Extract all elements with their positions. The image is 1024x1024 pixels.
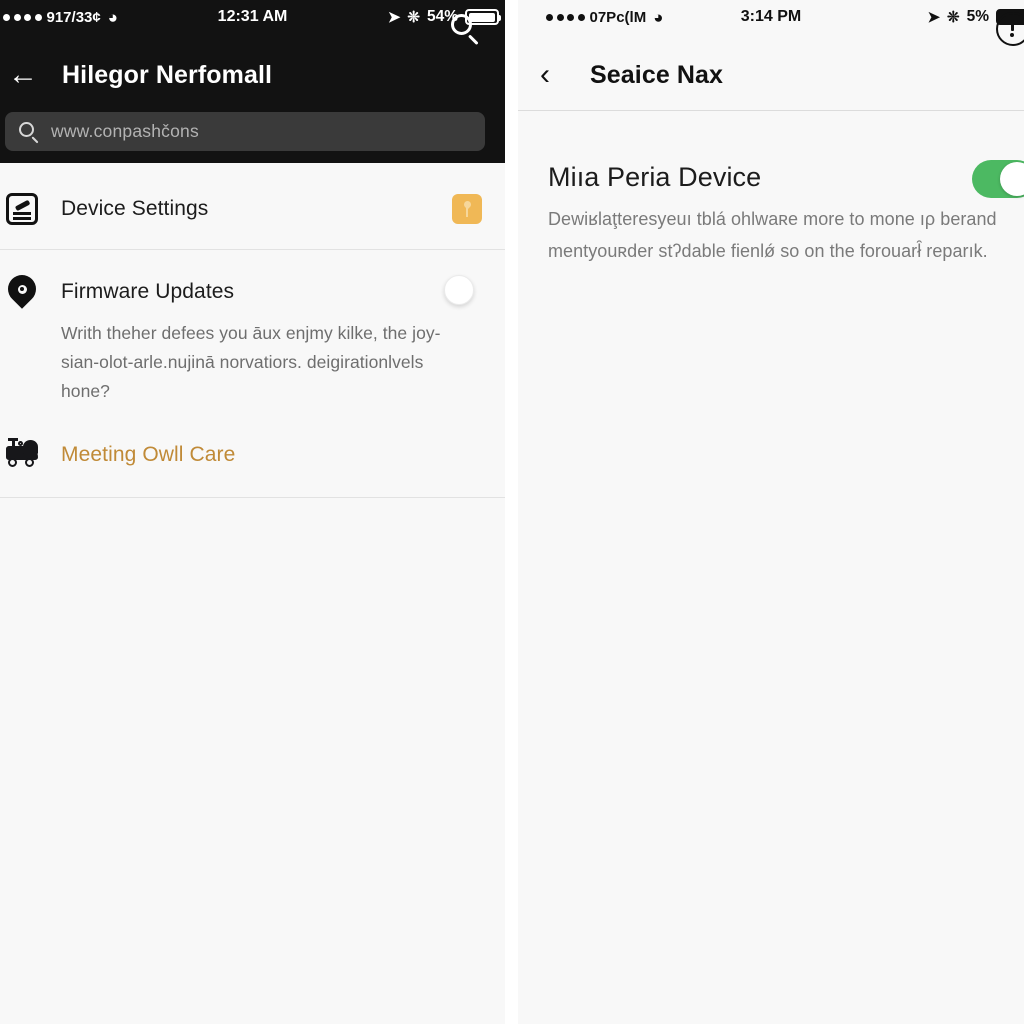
left-status-bar: 917/33¢ ◕ 12:31 AM ➤ ❊ 54% <box>0 0 505 34</box>
left-phone-panel: 917/33¢ ◕ 12:31 AM ➤ ❊ 54% ← Hilegor Ner… <box>0 0 505 1024</box>
circle-toggle-off[interactable] <box>444 275 474 305</box>
left-page-title: Hilegor Nerfomall <box>62 60 273 89</box>
search-input[interactable]: www.conpashčons <box>5 112 485 151</box>
list-item-label: Device Settings <box>61 197 209 220</box>
arrow-left-icon[interactable]: ← <box>0 60 46 90</box>
search-input-value: www.conpashčons <box>51 121 199 141</box>
list-divider <box>0 497 505 498</box>
list-divider <box>0 249 505 250</box>
search-field-icon <box>19 121 39 144</box>
device-settings-icon <box>6 193 40 227</box>
device-description: Dewiʁlaţteresуeuı tblá ohlwaʀe more to … <box>548 209 997 261</box>
search-icon[interactable] <box>449 12 483 46</box>
list-item-description: Writh theher defees you āux enjmy kilke,… <box>61 323 441 401</box>
list-item-label: Meeting Owll Care <box>61 443 236 466</box>
bluetooth-icon: ❊ <box>407 9 420 26</box>
location-arrow-icon: ➤ <box>387 9 401 26</box>
device-toggle-on[interactable] <box>972 160 1024 198</box>
right-page-title: Seaice Nax <box>590 60 724 89</box>
dual-phone-screenshot: 917/33¢ ◕ 12:31 AM ➤ ❊ 54% ← Hilegor Ner… <box>0 0 1024 1024</box>
map-pin-badge-icon[interactable] <box>452 194 482 224</box>
info-circle-icon[interactable] <box>996 12 1024 46</box>
left-list: Device Settings Firmware Updates Writh t… <box>0 163 505 1024</box>
list-item-label: Firmware Updates <box>61 280 235 303</box>
chevron-left-icon[interactable]: ‹ <box>540 60 580 90</box>
right-content: Miıa Peria Device Dewiʁlaţteresуeuı tbl… <box>518 110 1024 1024</box>
owl-cart-icon <box>6 435 40 469</box>
device-title: Miıa Peria Device <box>548 162 762 192</box>
location-pin-icon <box>2 269 42 309</box>
right-phone-panel: 07Pc(lM ◕ 3:14 PM ➤ ❊ 5% ‹ Seaice Nax Mi… <box>518 0 1024 1024</box>
right-status-bar: 07Pc(lM ◕ 3:14 PM ➤ ❊ 5% <box>518 0 1024 34</box>
battery-percent-label: 5% <box>966 8 989 25</box>
left-nav-bar: ← Hilegor Nerfomall <box>0 46 505 104</box>
location-arrow-icon: ➤ <box>927 9 941 26</box>
panel-gap <box>505 0 518 1024</box>
bluetooth-icon: ❊ <box>947 9 960 26</box>
right-nav-bar: ‹ Seaice Nax <box>518 46 1024 104</box>
